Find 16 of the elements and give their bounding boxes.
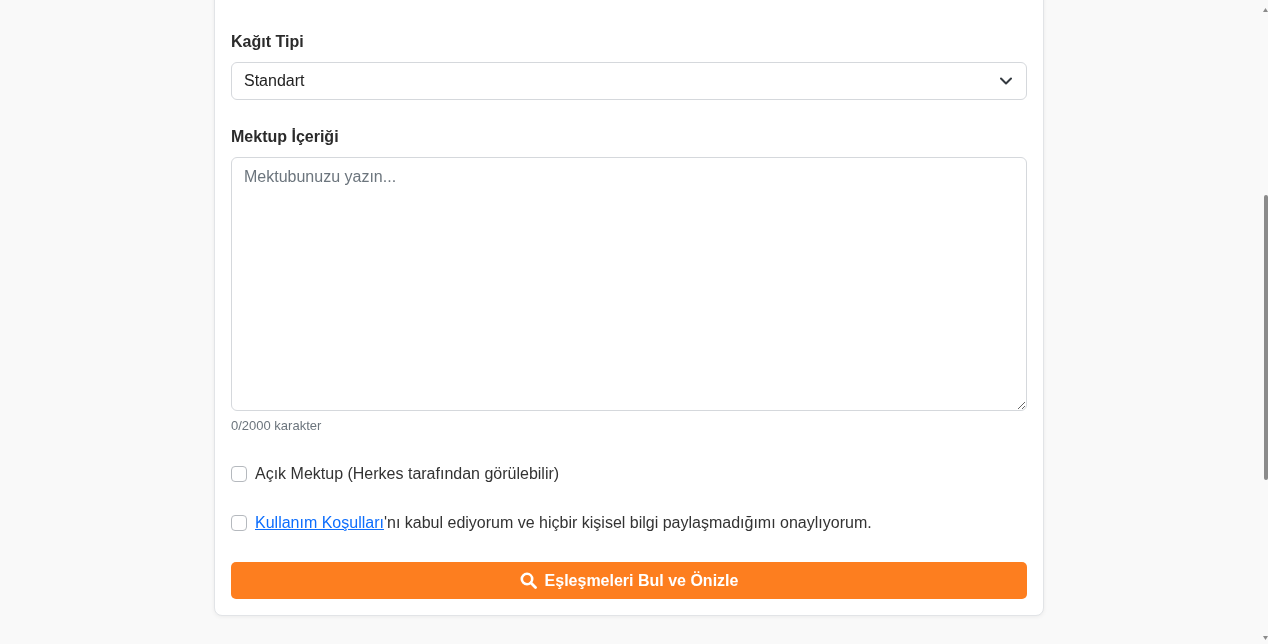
checkbox[interactable] bbox=[231, 466, 247, 482]
field-label: Kağıt Tipi bbox=[231, 32, 305, 52]
submit-button[interactable]: Eşleşmeleri Bul ve Önizle bbox=[231, 562, 1027, 599]
terms-link[interactable]: Kullanım Koşulları bbox=[255, 514, 384, 531]
terms-text: Kullanım Koşulları'nı kabul ediyorum ve hiçbir kişisel bilgi paylaşmadığımı onaylıyorum. bbox=[255, 513, 872, 533]
character-counter: 0/2000 karakter bbox=[231, 417, 323, 435]
search-icon bbox=[519, 572, 537, 589]
textarea-field[interactable]: Mektubunuzu yazın... bbox=[231, 157, 1027, 411]
checkbox[interactable] bbox=[231, 515, 247, 531]
chevron-down-icon bbox=[1000, 77, 1012, 85]
scroll-down-arrow-icon[interactable] bbox=[1263, 636, 1268, 640]
scroll-up-arrow-icon[interactable] bbox=[1263, 8, 1268, 12]
field-label: Mektup İçeriği bbox=[231, 127, 340, 147]
scrollbar-thumb[interactable] bbox=[1264, 195, 1268, 480]
checkbox-label: Açık Mektup (Herkes tarafından görülebilir) bbox=[255, 464, 560, 484]
select-field[interactable]: Standart bbox=[231, 62, 1027, 100]
